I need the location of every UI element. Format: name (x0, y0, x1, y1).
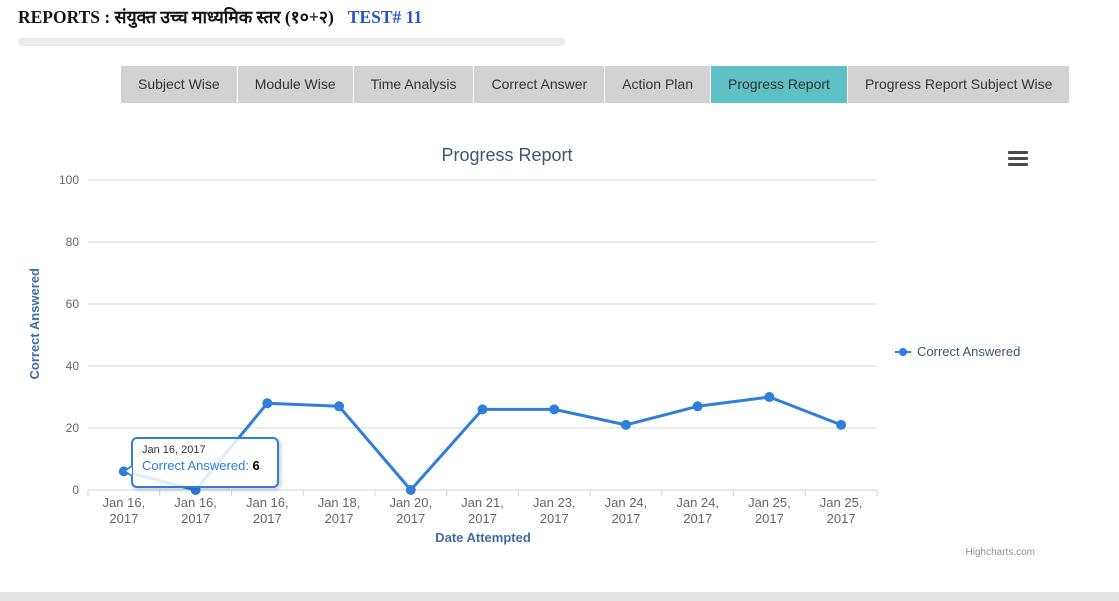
highcharts-credit-link[interactable]: Highcharts.com (935, 547, 1035, 558)
x-axis-tick-label: Jan 20, (389, 495, 432, 510)
x-axis-tick-label: 2017 (683, 511, 712, 526)
y-axis-tick-label: 40 (66, 359, 80, 373)
x-axis-tick-label: Jan 16, (174, 495, 217, 510)
x-axis-tick-label: 2017 (755, 511, 784, 526)
x-axis-tick-label: 2017 (827, 511, 856, 526)
data-point-6[interactable] (549, 404, 559, 414)
data-point-8[interactable] (693, 401, 703, 411)
data-point-2[interactable] (262, 398, 272, 408)
progress-report-chart: 020406080100Jan 16,2017Jan 16,2017Jan 16… (0, 0, 1119, 601)
x-axis-tick-label: 2017 (611, 511, 640, 526)
y-axis-tick-label: 20 (66, 421, 80, 435)
legend-label: Correct Answered (917, 344, 1020, 359)
x-axis-tick-label: Jan 16, (103, 495, 146, 510)
y-axis-tick-label: 80 (66, 235, 80, 249)
x-axis-tick-label: 2017 (253, 511, 282, 526)
y-axis-tick-label: 60 (66, 297, 80, 311)
tooltip-series-label: Correct Answered: (142, 458, 253, 473)
x-axis-tick-label: 2017 (109, 511, 138, 526)
data-point-9[interactable] (764, 392, 774, 402)
x-axis-tick-label: 2017 (325, 511, 354, 526)
x-axis-tick-label: Jan 21, (461, 495, 504, 510)
data-point-4[interactable] (406, 485, 416, 495)
x-axis-title: Date Attempted (383, 530, 583, 545)
tooltip-callout-arrow (123, 465, 132, 477)
x-axis-tick-label: Jan 25, (748, 495, 791, 510)
x-axis-tick-label: Jan 25, (820, 495, 863, 510)
x-axis-tick-label: 2017 (396, 511, 425, 526)
chart-tooltip: Jan 16, 2017 Correct Answered: 6 (131, 437, 279, 488)
tooltip-date: Jan 16, 2017 (142, 444, 268, 456)
x-axis-tick-label: 2017 (468, 511, 497, 526)
x-axis-tick-label: Jan 18, (318, 495, 361, 510)
data-point-5[interactable] (478, 404, 488, 414)
data-point-3[interactable] (334, 401, 344, 411)
y-axis-tick-label: 100 (59, 173, 79, 187)
legend-line-dot-icon (895, 347, 911, 357)
y-axis-title: Correct Answered (27, 268, 42, 380)
data-point-10[interactable] (836, 420, 846, 430)
x-axis-tick-label: Jan 24, (676, 495, 719, 510)
y-axis-tick-label: 0 (72, 483, 79, 497)
page: REPORTS : संयुक्त उच्च माध्यमिक स्तर (१०… (0, 0, 1119, 601)
x-axis-tick-label: 2017 (540, 511, 569, 526)
legend-item-correct-answered[interactable]: Correct Answered (895, 344, 1020, 359)
x-axis-tick-label: Jan 24, (605, 495, 648, 510)
x-axis-tick-label: Jan 16, (246, 495, 289, 510)
data-point-7[interactable] (621, 420, 631, 430)
tooltip-series-row: Correct Answered: 6 (142, 458, 268, 473)
tooltip-value: 6 (253, 458, 260, 473)
x-axis-tick-label: Jan 23, (533, 495, 576, 510)
x-axis-tick-label: 2017 (181, 511, 210, 526)
